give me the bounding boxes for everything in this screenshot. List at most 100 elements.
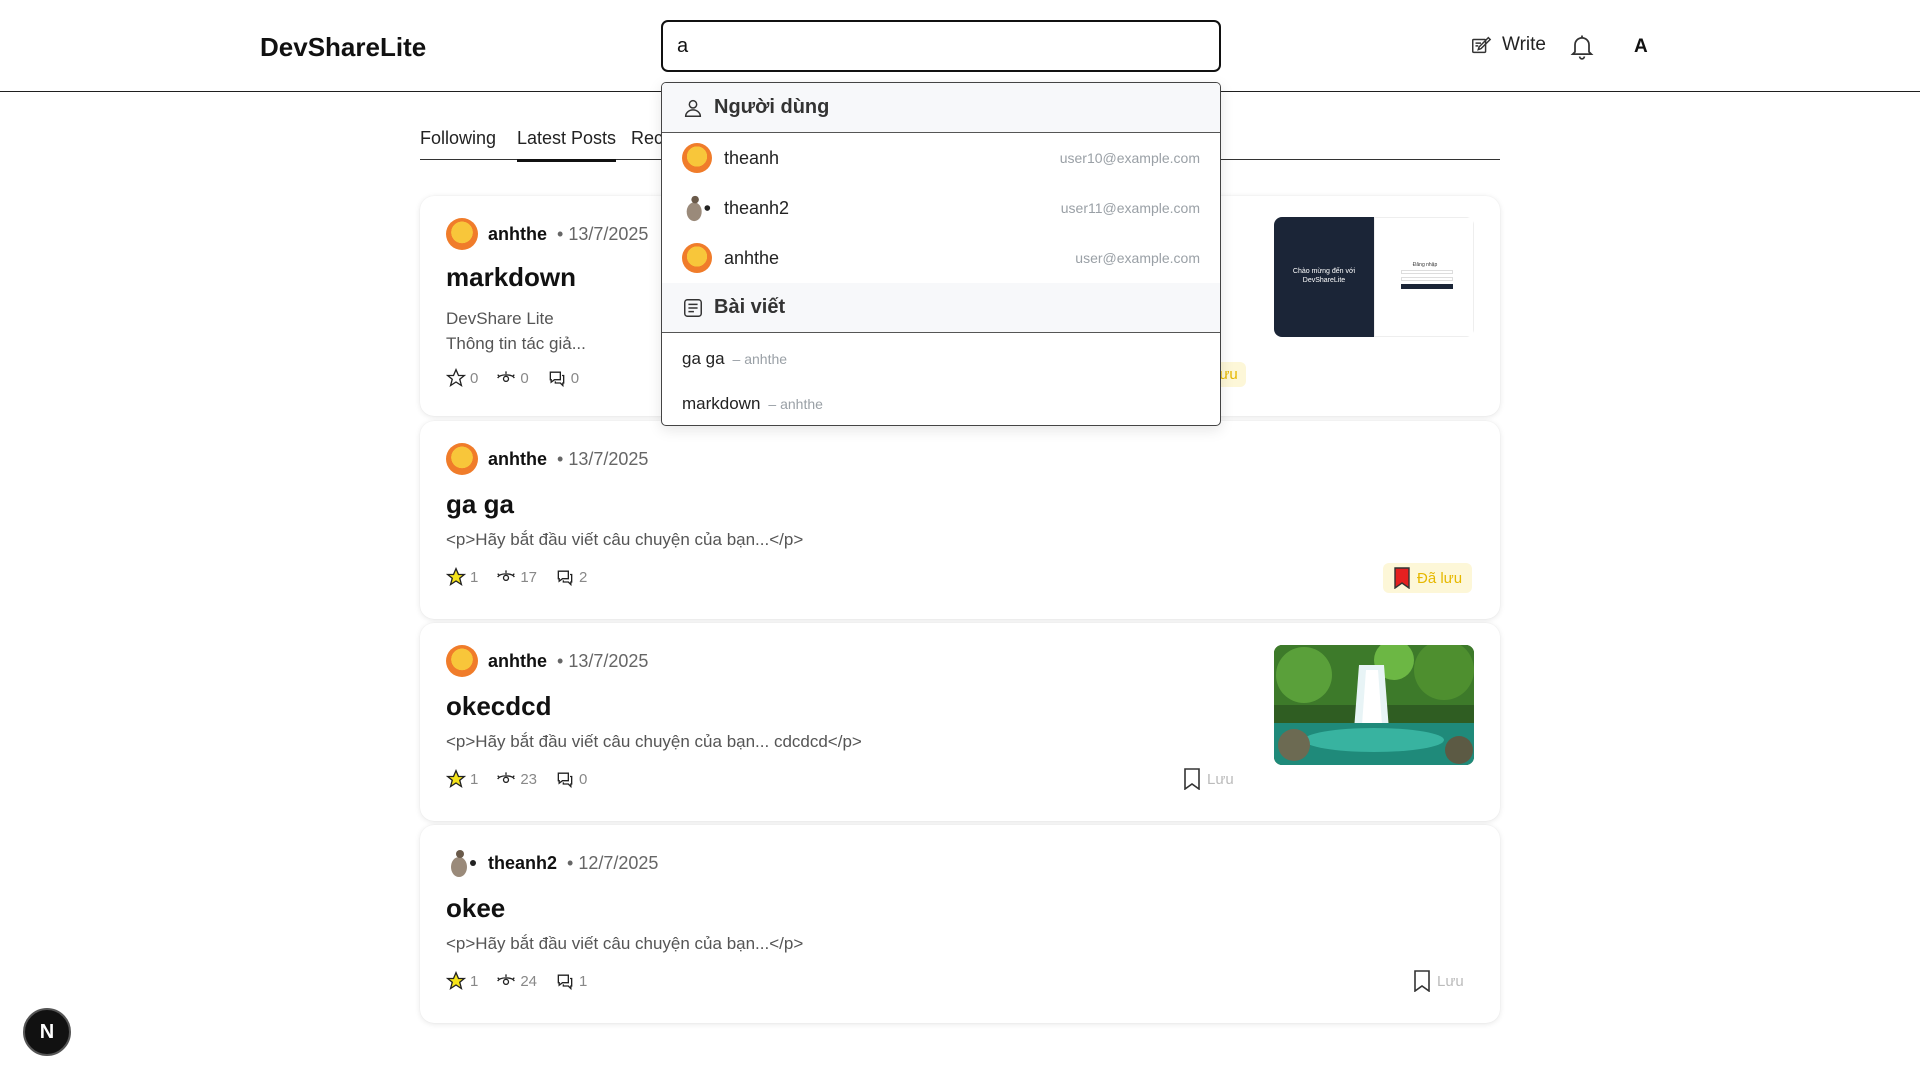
- comment-icon: [549, 371, 565, 388]
- star-stat[interactable]: 0: [446, 368, 478, 388]
- avatar: [682, 193, 712, 223]
- author-name[interactable]: theanh2: [488, 853, 557, 874]
- user-email: user10@example.com: [1059, 150, 1200, 166]
- thumb-welcome-panel: Chào mừng đến với DevShareLite: [1274, 217, 1374, 337]
- star-stat[interactable]: 1: [446, 971, 478, 991]
- view-count: 24: [520, 972, 538, 990]
- user-email: user11@example.com: [1060, 200, 1200, 216]
- comment-stat[interactable]: 0: [555, 769, 587, 789]
- author-name[interactable]: anhthe: [488, 224, 547, 245]
- comment-icon: [557, 974, 573, 991]
- post-stats: 1 17 2: [446, 567, 587, 587]
- comment-stat[interactable]: 0: [547, 368, 579, 388]
- post-stats: 1 24 1: [446, 971, 587, 991]
- avatar: [446, 645, 478, 677]
- write-button[interactable]: Write: [1470, 34, 1546, 56]
- post-author: anhthe • 13/7/2025: [446, 218, 648, 250]
- star-icon: [446, 567, 466, 586]
- thumb-input: [1401, 270, 1453, 274]
- post-date: • 13/7/2025: [557, 650, 649, 671]
- bell-icon[interactable]: [1568, 32, 1596, 60]
- view-stat: 0: [496, 368, 529, 388]
- article-icon: [684, 298, 702, 317]
- star-count: 1: [470, 770, 479, 788]
- star-stat[interactable]: 1: [446, 769, 478, 789]
- tab-recommended[interactable]: Rec: [631, 128, 663, 149]
- comment-stat[interactable]: 1: [555, 971, 587, 991]
- thumb-login-title: Đăng nhập: [1412, 262, 1438, 268]
- post-excerpt: <p>Hãy bắt đầu viết câu chuyện của bạn..…: [446, 732, 862, 751]
- comment-icon: [557, 570, 573, 587]
- post-thumbnail[interactable]: Chào mừng đến với DevShareLite Đăng nhập: [1274, 217, 1474, 337]
- search-result-post[interactable]: ga ga – anhthe: [662, 336, 1220, 381]
- post-excerpt: DevShare Lite Thông tin tác giả...: [446, 306, 586, 356]
- eye-icon: [497, 371, 516, 382]
- user-avatar[interactable]: A: [1634, 36, 1648, 58]
- user-email: user@example.com: [1075, 250, 1200, 266]
- star-count: 0: [470, 369, 479, 387]
- author-name[interactable]: anhthe: [488, 651, 547, 672]
- user-name: theanh2: [724, 197, 790, 218]
- save-label: Lưu: [1437, 972, 1464, 990]
- post-title[interactable]: ga ga: [446, 489, 514, 520]
- star-count: 1: [470, 568, 479, 586]
- thumb-button: [1401, 284, 1453, 289]
- search-result-user[interactable]: theanh user10@example.com: [662, 133, 1220, 183]
- post-card[interactable]: theanh2 • 12/7/2025 okee <p>Hãy bắt đầu …: [420, 825, 1500, 1023]
- post-title[interactable]: okee: [446, 893, 505, 924]
- save-button[interactable]: Đã lưu: [1383, 563, 1473, 593]
- author-name[interactable]: anhthe: [488, 449, 547, 470]
- search-result-post[interactable]: markdown – anhthe: [662, 381, 1220, 425]
- star-stat[interactable]: 1: [446, 567, 478, 587]
- view-count: 17: [520, 568, 538, 586]
- post-date: • 12/7/2025: [567, 852, 659, 873]
- post-author: anhthe • 13/7/2025: [446, 645, 648, 677]
- view-stat: 24: [496, 971, 537, 991]
- user-icon: [684, 99, 702, 117]
- view-stat: 23: [496, 769, 537, 789]
- write-label: Write: [1502, 34, 1546, 55]
- eye-icon: [497, 772, 516, 783]
- post-card[interactable]: anhthe • 13/7/2025 ga ga <p>Hãy bắt đầu …: [420, 421, 1500, 619]
- tab-latest-posts[interactable]: Latest Posts: [517, 128, 617, 162]
- thumb-input: [1401, 277, 1453, 281]
- search-input[interactable]: [661, 20, 1221, 72]
- search-results-dropdown: Người dùng theanh user10@example.com the…: [661, 82, 1221, 426]
- save-label: Đã lưu: [1417, 569, 1463, 587]
- excerpt-line: DevShare Lite: [446, 309, 554, 328]
- comment-icon: [557, 772, 573, 789]
- post-result-author: – anhthe: [732, 350, 788, 367]
- avatar: [682, 243, 712, 273]
- search-result-user[interactable]: theanh2 user11@example.com: [662, 183, 1220, 233]
- search-result-user[interactable]: anhthe user@example.com: [662, 233, 1220, 283]
- save-button[interactable]: Lưu: [1183, 768, 1234, 790]
- posts-heading: Bài viết: [714, 296, 786, 318]
- save-button[interactable]: Lưu: [1413, 970, 1464, 992]
- comment-count: 0: [579, 770, 588, 788]
- post-date: • 13/7/2025: [557, 448, 649, 469]
- view-count: 23: [520, 770, 538, 788]
- bookmark-icon: [1394, 567, 1410, 589]
- waterfall-image: [1274, 645, 1474, 765]
- top-navbar: DevShareLite Write A: [0, 0, 1920, 92]
- tab-following[interactable]: Following: [420, 128, 496, 149]
- comment-count: 1: [579, 972, 588, 990]
- comment-stat[interactable]: 2: [555, 567, 587, 587]
- avatar: [446, 443, 478, 475]
- post-card[interactable]: anhthe • 13/7/2025 okecdcd <p>Hãy bắt đầ…: [420, 623, 1500, 821]
- post-result-title: ga ga: [682, 348, 725, 368]
- post-stats: 0 0 0: [446, 368, 579, 388]
- post-thumbnail[interactable]: [1274, 645, 1474, 765]
- post-excerpt: <p>Hãy bắt đầu viết câu chuyện của bạn..…: [446, 934, 804, 953]
- post-title[interactable]: okecdcd: [446, 691, 552, 722]
- users-heading: Người dùng: [714, 96, 830, 118]
- site-logo[interactable]: DevShareLite: [260, 32, 426, 63]
- users-section-header: Người dùng: [662, 83, 1220, 133]
- user-name: anhthe: [724, 247, 780, 268]
- post-result-author: – anhthe: [768, 395, 823, 412]
- bookmark-icon: [1184, 768, 1200, 790]
- nextjs-dev-badge[interactable]: N: [23, 1008, 71, 1056]
- post-title[interactable]: markdown: [446, 262, 576, 293]
- post-author: anhthe • 13/7/2025: [446, 443, 648, 475]
- avatar: [446, 847, 478, 879]
